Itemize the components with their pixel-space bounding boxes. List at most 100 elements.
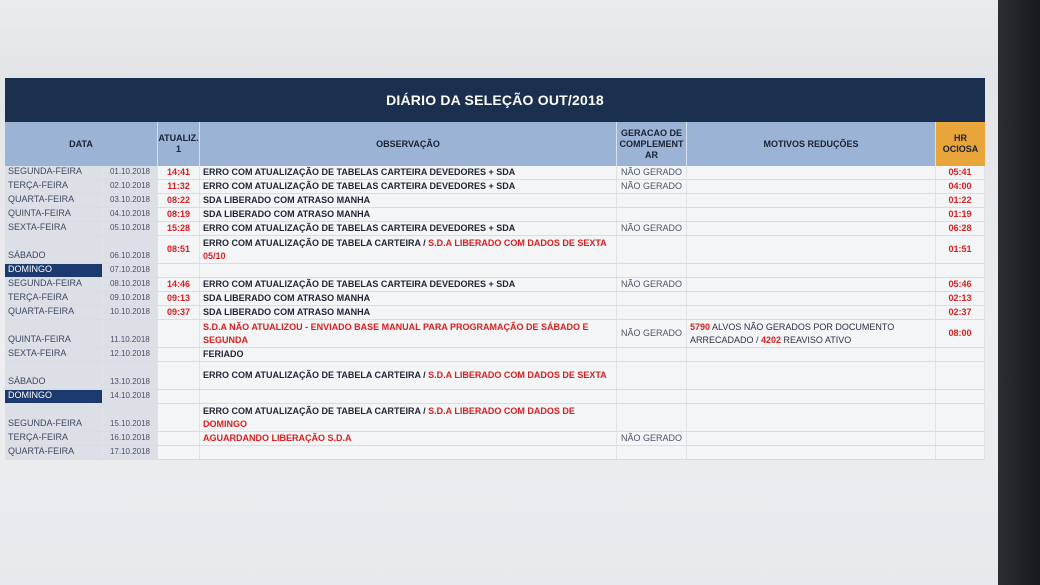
day-cell[interactable]: SEXTA-FEIRA [5,348,103,361]
observation-cell[interactable]: ERRO COM ATUALIZAÇÃO DE TABELAS CARTEIRA… [200,278,617,291]
motivo-cell[interactable] [687,348,936,361]
day-cell[interactable]: DOMINGO [5,264,103,277]
date-cell[interactable]: 11.10.2018 [103,320,158,347]
motivo-cell[interactable] [687,432,936,445]
observation-cell[interactable]: SDA LIBERADO COM ATRASO MANHA [200,292,617,305]
observation-cell[interactable]: ERRO COM ATUALIZAÇÃO DE TABELA CARTEIRA … [200,404,617,431]
geracao-cell[interactable] [617,446,687,459]
date-cell[interactable]: 06.10.2018 [103,236,158,263]
header-atualiz[interactable]: ATUALIZ. 1 [158,122,200,166]
day-cell[interactable]: QUINTA-FEIRA [5,320,103,347]
hr-ociosa-cell[interactable]: 08:00 [936,320,985,347]
header-data[interactable]: DATA [5,122,158,166]
day-cell[interactable]: QUARTA-FEIRA [5,446,103,459]
observation-cell[interactable]: ERRO COM ATUALIZAÇÃO DE TABELAS CARTEIRA… [200,222,617,235]
observation-cell[interactable] [200,390,617,403]
motivo-cell[interactable] [687,194,936,207]
motivo-cell[interactable] [687,446,936,459]
hr-ociosa-cell[interactable] [936,348,985,361]
update-time-cell[interactable]: 11:32 [158,180,200,193]
observation-cell[interactable] [200,264,617,277]
date-cell[interactable]: 01.10.2018 [103,166,158,179]
update-time-cell[interactable]: 08:51 [158,236,200,263]
date-cell[interactable]: 02.10.2018 [103,180,158,193]
date-cell[interactable]: 12.10.2018 [103,348,158,361]
observation-cell[interactable]: ERRO COM ATUALIZAÇÃO DE TABELA CARTEIRA … [200,362,617,389]
observation-cell[interactable]: SDA LIBERADO COM ATRASO MANHA [200,194,617,207]
motivo-cell[interactable] [687,180,936,193]
day-cell[interactable]: SEGUNDA-FEIRA [5,278,103,291]
date-cell[interactable]: 17.10.2018 [103,446,158,459]
observation-cell[interactable]: ERRO COM ATUALIZAÇÃO DE TABELA CARTEIRA … [200,236,617,263]
update-time-cell[interactable] [158,264,200,277]
geracao-cell[interactable] [617,208,687,221]
update-time-cell[interactable] [158,362,200,389]
motivo-cell[interactable]: 5790 ALVOS NÃO GERADOS POR DOCUMENTO ARR… [687,320,936,347]
geracao-cell[interactable] [617,264,687,277]
observation-cell[interactable]: SDA LIBERADO COM ATRASO MANHA [200,208,617,221]
date-cell[interactable]: 07.10.2018 [103,264,158,277]
update-time-cell[interactable]: 08:19 [158,208,200,221]
date-cell[interactable]: 13.10.2018 [103,362,158,389]
geracao-cell[interactable] [617,390,687,403]
header-observacao[interactable]: OBSERVAÇÃO [200,122,617,166]
date-cell[interactable]: 08.10.2018 [103,278,158,291]
motivo-cell[interactable] [687,306,936,319]
hr-ociosa-cell[interactable]: 05:46 [936,278,985,291]
update-time-cell[interactable]: 14:46 [158,278,200,291]
motivo-cell[interactable] [687,278,936,291]
motivo-cell[interactable] [687,222,936,235]
geracao-cell[interactable]: NÃO GERADO [617,432,687,445]
observation-cell[interactable]: FERIADO [200,348,617,361]
update-time-cell[interactable]: 09:37 [158,306,200,319]
date-cell[interactable]: 05.10.2018 [103,222,158,235]
hr-ociosa-cell[interactable] [936,404,985,431]
geracao-cell[interactable]: NÃO GERADO [617,166,687,179]
update-time-cell[interactable] [158,390,200,403]
motivo-cell[interactable] [687,390,936,403]
observation-cell[interactable]: ERRO COM ATUALIZAÇÃO DE TABELAS CARTEIRA… [200,180,617,193]
motivo-cell[interactable] [687,404,936,431]
update-time-cell[interactable] [158,320,200,347]
date-cell[interactable]: 16.10.2018 [103,432,158,445]
day-cell[interactable]: TERÇA-FEIRA [5,432,103,445]
day-cell[interactable]: SÁBADO [5,362,103,389]
update-time-cell[interactable] [158,432,200,445]
hr-ociosa-cell[interactable] [936,362,985,389]
hr-ociosa-cell[interactable]: 01:22 [936,194,985,207]
update-time-cell[interactable] [158,446,200,459]
date-cell[interactable]: 14.10.2018 [103,390,158,403]
date-cell[interactable]: 03.10.2018 [103,194,158,207]
motivo-cell[interactable] [687,208,936,221]
day-cell[interactable]: TERÇA-FEIRA [5,292,103,305]
date-cell[interactable]: 04.10.2018 [103,208,158,221]
day-cell[interactable]: SEGUNDA-FEIRA [5,166,103,179]
geracao-cell[interactable]: NÃO GERADO [617,320,687,347]
update-time-cell[interactable] [158,404,200,431]
update-time-cell[interactable] [158,348,200,361]
observation-cell[interactable]: ERRO COM ATUALIZAÇÃO DE TABELAS CARTEIRA… [200,166,617,179]
geracao-cell[interactable] [617,292,687,305]
update-time-cell[interactable]: 09:13 [158,292,200,305]
geracao-cell[interactable] [617,194,687,207]
header-motivos[interactable]: MOTIVOS REDUÇÕES [687,122,936,166]
day-cell[interactable]: QUINTA-FEIRA [5,208,103,221]
geracao-cell[interactable]: NÃO GERADO [617,180,687,193]
header-geracao[interactable]: GERACAO DE COMPLEMENT AR [617,122,687,166]
update-time-cell[interactable]: 14:41 [158,166,200,179]
observation-cell[interactable]: S.D.A NÃO ATUALIZOU - ENVIADO BASE MANUA… [200,320,617,347]
hr-ociosa-cell[interactable] [936,390,985,403]
motivo-cell[interactable] [687,292,936,305]
header-hr-ociosa[interactable]: HR OCIOSA [936,122,985,166]
geracao-cell[interactable]: NÃO GERADO [617,222,687,235]
hr-ociosa-cell[interactable]: 02:37 [936,306,985,319]
day-cell[interactable]: TERÇA-FEIRA [5,180,103,193]
geracao-cell[interactable]: NÃO GERADO [617,278,687,291]
geracao-cell[interactable] [617,348,687,361]
geracao-cell[interactable] [617,362,687,389]
hr-ociosa-cell[interactable] [936,264,985,277]
geracao-cell[interactable] [617,404,687,431]
hr-ociosa-cell[interactable]: 01:51 [936,236,985,263]
day-cell[interactable]: QUARTA-FEIRA [5,194,103,207]
day-cell[interactable]: QUARTA-FEIRA [5,306,103,319]
